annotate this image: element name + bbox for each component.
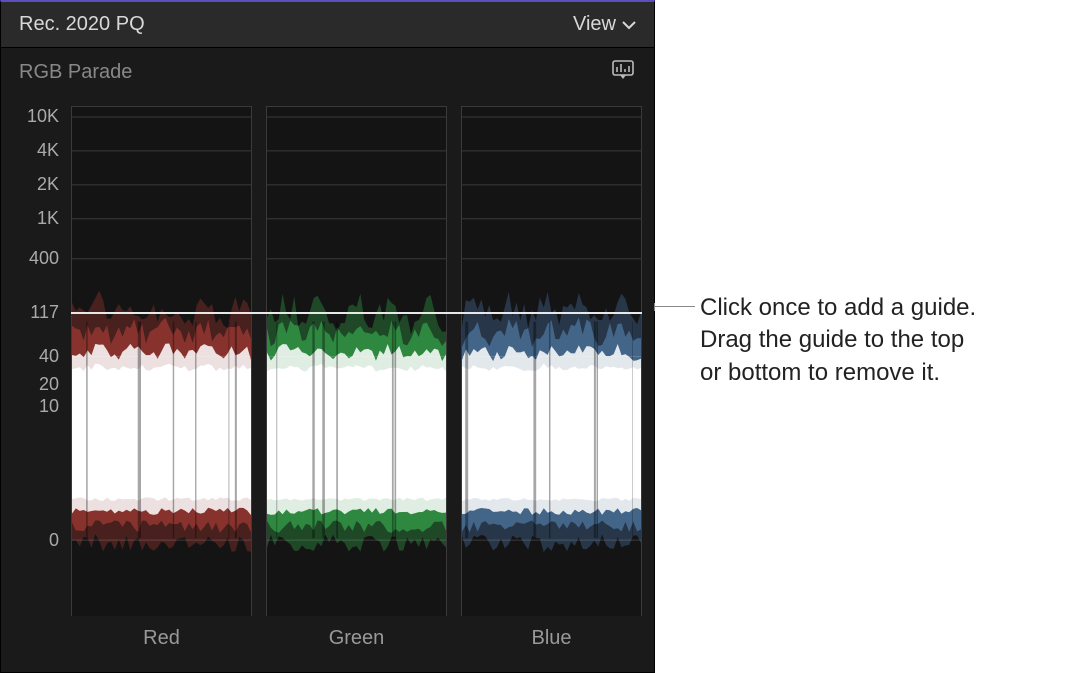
scope-settings-button[interactable] — [610, 58, 636, 87]
channel-label: Blue — [462, 627, 641, 650]
y-tick-label: 10K — [27, 106, 59, 127]
annotation-text: Click once to add a guide. Drag the guid… — [700, 292, 976, 389]
chevron-down-icon — [622, 13, 636, 36]
channel-label: Green — [267, 627, 446, 650]
parade-columns: RedGreenBlue — [71, 106, 642, 652]
y-tick-label: 4K — [37, 140, 59, 161]
annotation-line: or bottom to remove it. — [700, 357, 976, 389]
parade-column-blue: Blue — [461, 106, 642, 616]
waveform-display — [462, 107, 641, 616]
waveform-display — [267, 107, 446, 616]
scope-type-label: RGB Parade — [19, 61, 132, 84]
color-space-label: Rec. 2020 PQ — [19, 13, 145, 36]
annotation-line: Click once to add a guide. — [700, 292, 976, 324]
channel-label: Red — [72, 627, 251, 650]
y-tick-label: 0 — [49, 530, 59, 551]
scope-header: Rec. 2020 PQ View — [1, 2, 654, 48]
annotation-leader-line — [655, 306, 695, 307]
y-tick-label: 10 — [39, 396, 59, 417]
scope-settings-icon — [610, 58, 636, 82]
y-tick-label: 40 — [39, 346, 59, 367]
view-menu-button[interactable]: View — [573, 13, 636, 36]
waveform-display — [72, 107, 251, 616]
y-tick-label: 400 — [29, 248, 59, 269]
view-menu-label: View — [573, 13, 616, 36]
y-tick-label: 20 — [39, 374, 59, 395]
scope-subheader: RGB Parade — [1, 48, 654, 96]
y-tick-label: 1K — [37, 208, 59, 229]
parade-column-red: Red — [71, 106, 252, 616]
y-tick-label: 2K — [37, 174, 59, 195]
video-scopes-panel: Rec. 2020 PQ View RGB Parade — [0, 0, 655, 673]
guide-line[interactable] — [71, 312, 642, 314]
annotation-line: Drag the guide to the top — [700, 324, 976, 356]
parade-column-green: Green — [266, 106, 447, 616]
y-axis: 10K 4K 2K 1K 400 117 40 2010 0 — [13, 96, 65, 652]
scope-plot-area[interactable]: 10K4K2K1K4001174020100 RedGreenBlue — [13, 96, 642, 652]
y-tick-label: 117 — [30, 302, 59, 323]
